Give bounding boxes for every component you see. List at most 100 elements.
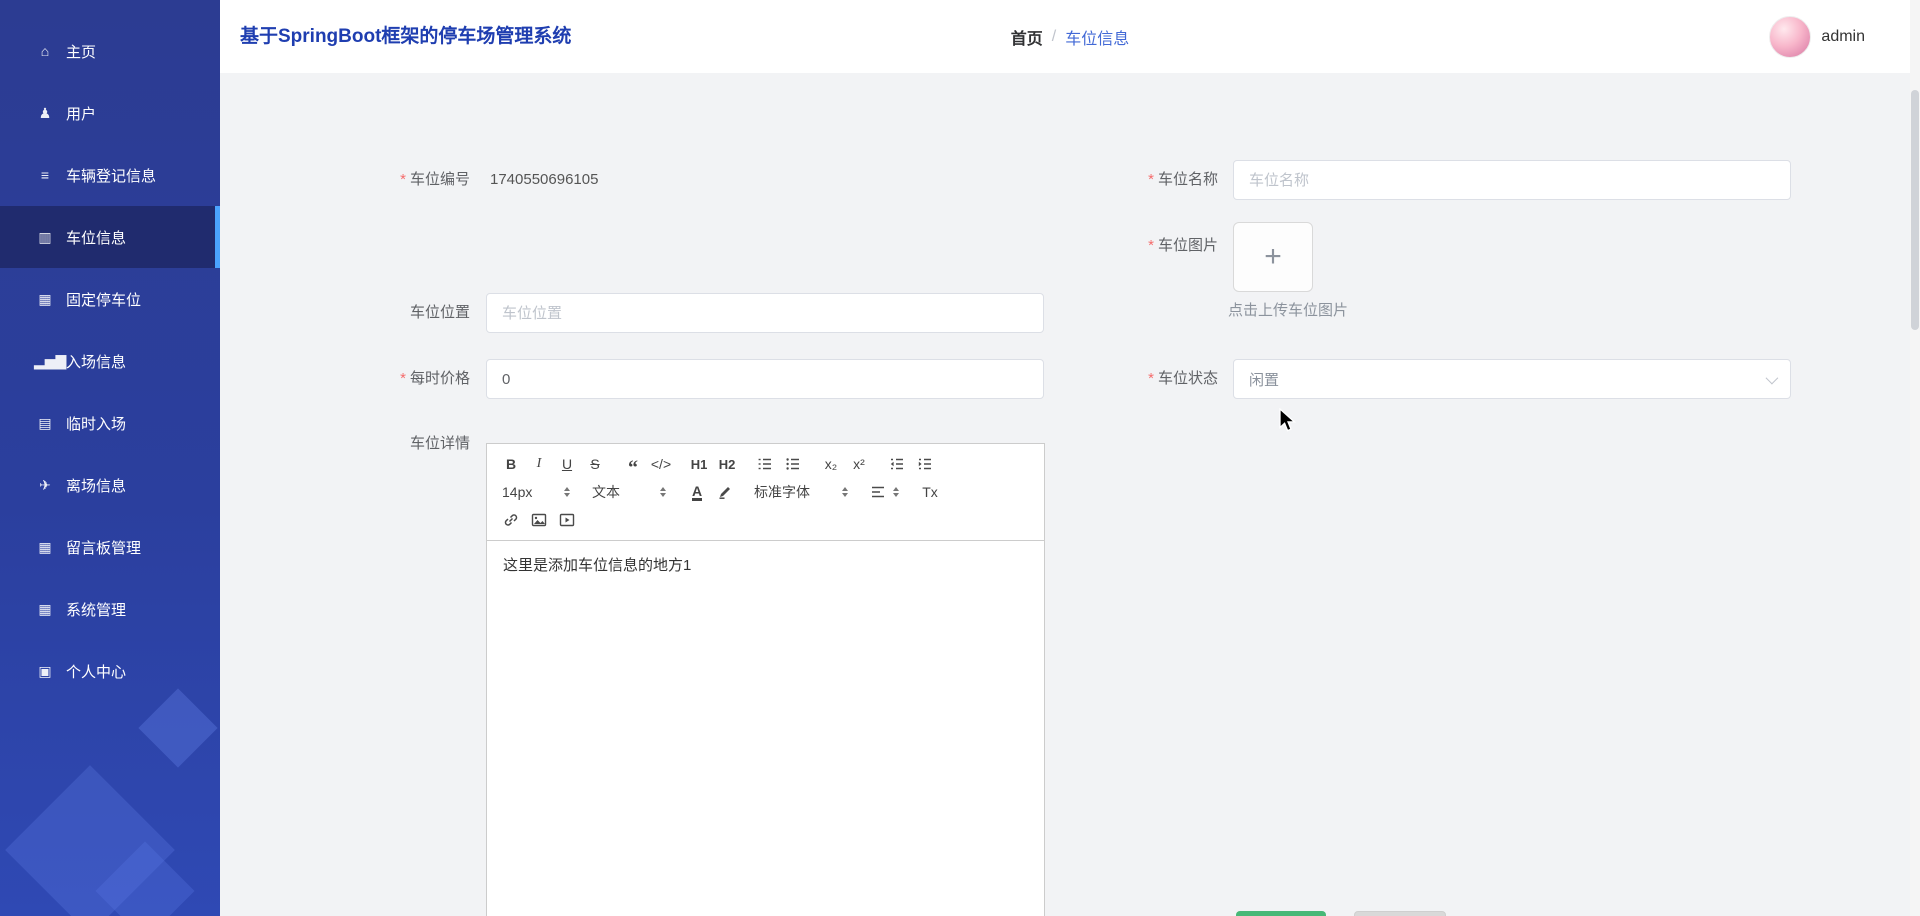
align-left-icon <box>870 484 886 500</box>
hourly-price-input[interactable] <box>486 359 1044 399</box>
field-label-price: *每时价格 <box>270 359 470 399</box>
sidebar-item-system-management[interactable]: ▦ 系统管理 <box>0 578 220 640</box>
parking-number-value: 1740550696105 <box>490 160 598 200</box>
font-color-icon[interactable]: A <box>683 480 711 504</box>
header: 基于SpringBoot框架的停车场管理系统 首页 / 车位信息 admin <box>220 0 1920 73</box>
status-selected-value: 闲置 <box>1249 369 1766 390</box>
sidebar-item-label: 系统管理 <box>66 599 126 620</box>
align-picker[interactable] <box>865 480 904 504</box>
book-icon: ▥ <box>34 229 56 246</box>
superscript-icon[interactable]: x² <box>845 452 873 476</box>
sidebar-item-vehicle-registration[interactable]: ≡ 车辆登记信息 <box>0 144 220 206</box>
ordered-list-icon[interactable] <box>751 452 779 476</box>
font-size-picker[interactable]: 14px <box>497 480 575 504</box>
submit-button[interactable] <box>1236 911 1326 916</box>
editor-toolbar: B I U S “ </> H1 H2 <box>487 444 1044 541</box>
sidebar-item-label: 临时入场 <box>66 413 126 434</box>
sidebar-item-label: 车位信息 <box>66 227 126 248</box>
sidebar-item-personal-center[interactable]: ▣ 个人中心 <box>0 640 220 702</box>
sidebar-item-fixed-parking[interactable]: ▦ 固定停车位 <box>0 268 220 330</box>
status-select[interactable]: 闲置 <box>1233 359 1791 399</box>
grid-icon: ▦ <box>34 539 56 556</box>
sidebar-item-message-board[interactable]: ▦ 留言板管理 <box>0 516 220 578</box>
outdent-icon[interactable] <box>883 452 911 476</box>
document-icon: ▤ <box>34 415 56 432</box>
sidebar-item-label: 车辆登记信息 <box>66 165 156 186</box>
grid-icon: ▦ <box>34 291 56 308</box>
field-label-name: *车位名称 <box>1018 160 1218 200</box>
avatar <box>1769 16 1811 58</box>
parking-location-input[interactable] <box>486 293 1044 333</box>
home-icon: ⌂ <box>34 43 56 59</box>
sidebar-item-label: 主页 <box>66 41 96 62</box>
breadcrumb-separator: / <box>1052 28 1056 46</box>
header-1-icon[interactable]: H1 <box>685 452 713 476</box>
indent-icon[interactable] <box>911 452 939 476</box>
scrollbar-thumb[interactable] <box>1911 90 1919 330</box>
username: admin <box>1821 28 1865 46</box>
field-label-number: *车位编号 <box>270 160 470 200</box>
blockquote-icon[interactable]: “ <box>619 452 647 476</box>
app-root: ⌂ 主页 ♟ 用户 ≡ 车辆登记信息 ▥ 车位信息 ▦ 固定停车位 ▂▅▇ 入场… <box>0 0 1920 916</box>
sidebar: ⌂ 主页 ♟ 用户 ≡ 车辆登记信息 ▥ 车位信息 ▦ 固定停车位 ▂▅▇ 入场… <box>0 0 220 916</box>
user-icon: ♟ <box>34 105 56 122</box>
picker-arrows-icon <box>893 487 899 497</box>
breadcrumb: 首页 / 车位信息 <box>220 0 1920 73</box>
breadcrumb-home[interactable]: 首页 <box>1011 25 1043 49</box>
field-label-location: 车位位置 <box>270 293 470 333</box>
required-asterisk: * <box>400 370 406 387</box>
bold-icon[interactable]: B <box>497 452 525 476</box>
scrollbar[interactable] <box>1910 0 1920 916</box>
strikethrough-icon[interactable]: S <box>581 452 609 476</box>
sidebar-item-label: 用户 <box>66 103 96 124</box>
font-family-picker[interactable]: 标准字体 <box>749 480 853 504</box>
italic-icon[interactable]: I <box>525 452 553 476</box>
bar-chart-icon: ▂▅▇ <box>34 353 56 370</box>
sidebar-item-label: 离场信息 <box>66 475 126 496</box>
back-button[interactable] <box>1354 911 1446 916</box>
required-asterisk: * <box>1148 370 1154 387</box>
sidebar-item-temporary-entry[interactable]: ▤ 临时入场 <box>0 392 220 454</box>
user-menu[interactable]: admin <box>1769 0 1865 73</box>
sidebar-item-exit-info[interactable]: ✈ 离场信息 <box>0 454 220 516</box>
code-block-icon[interactable]: </> <box>647 452 675 476</box>
picker-arrows-icon <box>564 487 570 497</box>
grid-icon: ▦ <box>34 601 56 618</box>
field-label-status: *车位状态 <box>1018 359 1218 399</box>
rich-text-editor: B I U S “ </> H1 H2 <box>486 443 1045 916</box>
sidebar-item-users[interactable]: ♟ 用户 <box>0 82 220 144</box>
chevron-down-icon <box>1766 371 1779 384</box>
required-asterisk: * <box>1148 171 1154 188</box>
list-icon: ≡ <box>34 167 56 183</box>
sidebar-item-label: 留言板管理 <box>66 537 141 558</box>
main-content: *车位编号 1740550696105 *车位名称 *车位图片 + 点击上传车位… <box>220 73 1920 916</box>
required-asterisk: * <box>400 171 406 188</box>
upload-image-button[interactable]: + <box>1233 222 1313 292</box>
picker-arrows-icon <box>660 487 666 497</box>
background-color-icon[interactable] <box>711 480 739 504</box>
required-asterisk: * <box>1148 237 1154 254</box>
field-label-image: *车位图片 <box>1018 226 1218 266</box>
upload-hint: 点击上传车位图片 <box>1228 301 1348 321</box>
sidebar-item-label: 个人中心 <box>66 661 126 682</box>
sidebar-item-entry-info[interactable]: ▂▅▇ 入场信息 <box>0 330 220 392</box>
image-icon[interactable] <box>525 508 553 532</box>
link-icon[interactable] <box>497 508 525 532</box>
text-style-picker[interactable]: 文本 <box>587 480 671 504</box>
sidebar-nav: ⌂ 主页 ♟ 用户 ≡ 车辆登记信息 ▥ 车位信息 ▦ 固定停车位 ▂▅▇ 入场… <box>0 0 220 702</box>
sidebar-item-label: 固定停车位 <box>66 289 141 310</box>
header-2-icon[interactable]: H2 <box>713 452 741 476</box>
sidebar-item-label: 入场信息 <box>66 351 126 372</box>
editor-content[interactable]: 这里是添加车位信息的地方1 <box>487 541 1044 592</box>
video-icon[interactable] <box>553 508 581 532</box>
underline-icon[interactable]: U <box>553 452 581 476</box>
plus-icon: + <box>1264 242 1282 272</box>
subscript-icon[interactable]: x₂ <box>817 452 845 476</box>
sidebar-item-parking-space-info[interactable]: ▥ 车位信息 <box>0 206 220 268</box>
bullet-list-icon[interactable] <box>779 452 807 476</box>
sidebar-item-home[interactable]: ⌂ 主页 <box>0 20 220 82</box>
picker-arrows-icon <box>842 487 848 497</box>
breadcrumb-current: 车位信息 <box>1065 25 1129 49</box>
clean-format-icon[interactable]: Tx <box>916 480 944 504</box>
parking-name-input[interactable] <box>1233 160 1791 200</box>
